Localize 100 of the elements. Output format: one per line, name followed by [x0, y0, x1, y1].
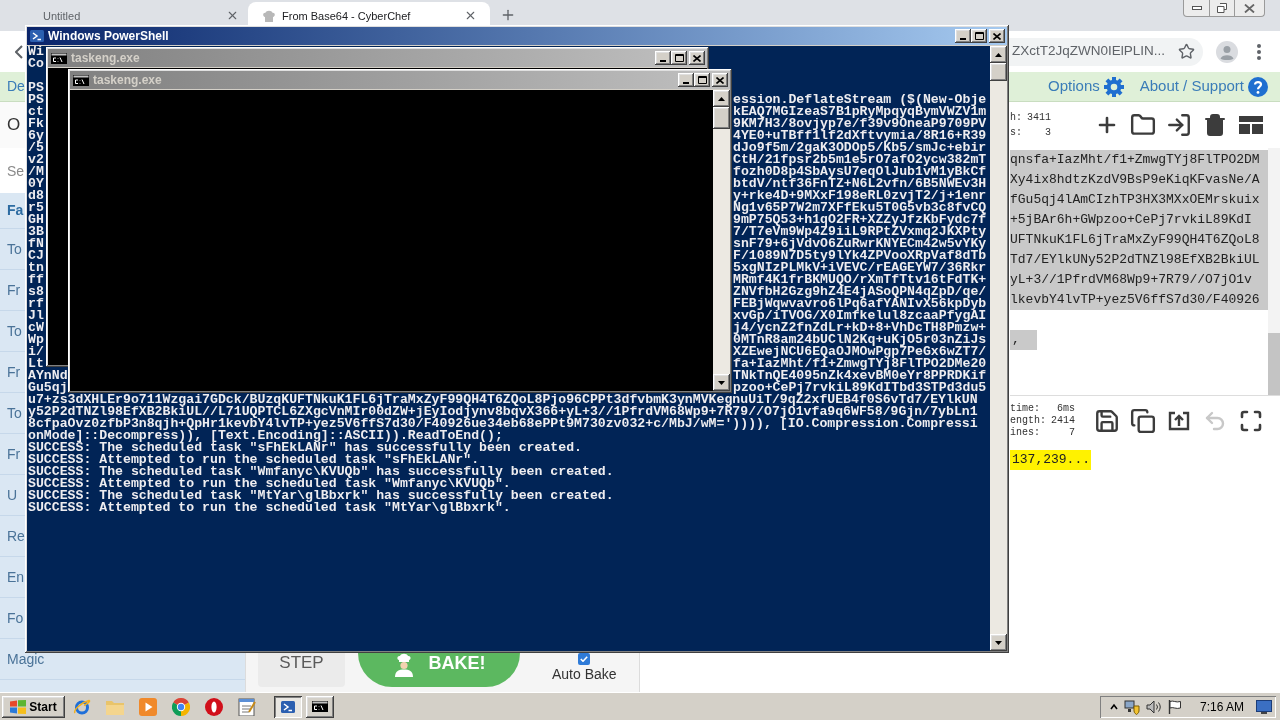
console-line: tn — [28, 262, 44, 274]
browser-tab[interactable]: From Base64 - CyberChef — [248, 2, 490, 25]
console-line: 9KM7H3/8ovjyp7e/f39v9OneaP9709PV — [733, 118, 987, 130]
restore-button[interactable] — [1210, 0, 1235, 17]
stat-label: s: — [1010, 126, 1022, 140]
minimize-button[interactable] — [1183, 0, 1210, 17]
browser-tab[interactable]: Untitled — [30, 2, 248, 25]
operation-item[interactable]: Fr — [7, 443, 21, 465]
console-line: fN — [28, 238, 44, 250]
console-line: Gu5qj — [28, 382, 68, 394]
maximize-button[interactable] — [694, 73, 710, 87]
scroll-down-button[interactable] — [990, 634, 1007, 651]
step-button[interactable]: STEP — [258, 653, 345, 687]
plus-icon — [500, 7, 516, 23]
console-line: PS — [28, 82, 44, 94]
speaker-icon[interactable] — [1146, 699, 1162, 714]
banner-link[interactable]: De — [0, 76, 25, 97]
bake-button[interactable]: BAKE! — [358, 653, 520, 687]
operation-item[interactable]: Fo — [7, 607, 24, 629]
scrollbar-thumb[interactable] — [713, 107, 730, 129]
close-icon — [716, 76, 724, 84]
more-menu-icon[interactable] — [1257, 43, 1261, 60]
start-button[interactable]: Start — [2, 695, 65, 718]
console-line: Co — [28, 58, 44, 70]
minimize-button[interactable] — [955, 29, 971, 43]
search-field[interactable]: Se — [0, 148, 25, 193]
taskbar-button[interactable] — [274, 695, 302, 718]
console-line: d8 — [28, 190, 44, 202]
about-support-link[interactable]: About / Support — [1139, 75, 1244, 98]
orbit-ring-icon[interactable] — [73, 697, 91, 716]
console-line: xvGp/iTVOG/X0Imfkelul8zcaaPfygAI — [733, 310, 987, 322]
media-player-icon[interactable] — [139, 697, 157, 716]
console-line: FEBjWqwvavro6lPq6afYANIvX56kpDyb — [733, 298, 987, 310]
stat-label: time: — [1010, 402, 1041, 415]
chef-icon — [392, 653, 415, 677]
maximize-button[interactable] — [971, 29, 987, 43]
operation-item[interactable]: Fr — [7, 279, 21, 301]
trash-icon — [1203, 113, 1227, 137]
clock[interactable]: 7:16 AM — [1200, 697, 1245, 716]
console-line: MRmf4K1frBKMUQO/rXmTfTtv16tFdTK+ — [733, 274, 987, 286]
scroll-down-button[interactable] — [713, 374, 730, 391]
operation-item[interactable]: To — [7, 402, 22, 424]
output-text: 137,239... — [1010, 450, 1091, 470]
operation-item[interactable]: To — [7, 238, 22, 260]
stat-value: 2414 — [1051, 414, 1076, 427]
console-line: ZNVfbH2Gzg9hZ4E4jASoQPN4qZpD/qe/ — [733, 286, 987, 298]
close-button[interactable] — [712, 73, 728, 87]
flag-icon[interactable] — [1168, 699, 1182, 714]
maximize-button[interactable] — [671, 51, 687, 65]
close-button[interactable] — [989, 29, 1005, 43]
save-icon — [1094, 407, 1120, 434]
console-line: y+rke4D+9MXxF198eRL0zvjT2/j+1enr — [733, 190, 987, 202]
bookmark-star-icon[interactable] — [1178, 43, 1195, 60]
operation-item[interactable]: Fr — [7, 361, 21, 383]
operations-heading: O — [7, 114, 21, 137]
auto-bake-checkbox[interactable] — [578, 653, 591, 665]
start-logo-icon — [10, 699, 27, 714]
console-line: v2 — [28, 154, 44, 166]
console-line: i/ — [28, 346, 44, 358]
scrollbar-thumb[interactable] — [1268, 333, 1280, 395]
chevron-up-icon[interactable] — [1110, 702, 1118, 711]
new-tab-button[interactable] — [500, 7, 516, 23]
console-line: Wp — [28, 334, 44, 346]
console-icon — [73, 74, 89, 86]
operation-item[interactable]: U — [7, 484, 18, 506]
options-link[interactable]: Options — [1048, 75, 1100, 98]
address-bar[interactable]: ZXctT2JqZWN0IElPLIN... — [1009, 37, 1203, 66]
back-icon[interactable] — [15, 44, 23, 59]
console-line: SUCCESS: Attempted to run the scheduled task "MtYar\glBbxrk". — [28, 502, 511, 514]
up-triangle-icon — [718, 96, 725, 101]
scrollbar-thumb[interactable] — [990, 63, 1007, 81]
minimize-button[interactable] — [678, 73, 694, 87]
help-icon[interactable] — [1248, 76, 1268, 97]
notepad-icon[interactable] — [238, 697, 256, 716]
scrollbar[interactable] — [1268, 148, 1280, 395]
desktop-icon[interactable] — [1256, 699, 1272, 714]
console-line: Ng1v65P7W2m7XFfEku5T0G5vb3c8fvCQ — [733, 202, 987, 214]
settings-icon[interactable] — [1103, 76, 1124, 97]
scrollbar[interactable] — [990, 46, 1007, 651]
operation-item[interactable]: Magic — [7, 648, 45, 670]
scroll-up-button[interactable] — [990, 46, 1007, 63]
minimize-button[interactable] — [655, 51, 671, 65]
scrollbar[interactable] — [713, 90, 730, 391]
taskbar-button[interactable] — [306, 695, 334, 718]
close-button[interactable] — [689, 51, 705, 65]
operation-item[interactable]: Re — [7, 525, 25, 547]
ring-icon[interactable] — [205, 697, 223, 716]
operation-item[interactable]: To — [7, 320, 22, 342]
color-wheel-icon[interactable] — [172, 697, 190, 716]
window-title: taskeng.exe — [71, 51, 140, 65]
operation-item[interactable]: En — [7, 566, 25, 588]
network-icon[interactable] — [1124, 698, 1140, 715]
favourites-category[interactable]: Fa — [7, 200, 24, 221]
auto-bake-label[interactable]: Auto Bake — [552, 666, 617, 682]
scroll-up-button[interactable] — [713, 90, 730, 107]
console-line: s8 — [28, 286, 44, 298]
console-line: kEAQ7MGIzeaS7B1pRyMpqyqBymVWZV1m — [733, 106, 987, 118]
console-line: PS — [28, 94, 44, 106]
avatar-icon[interactable] — [1216, 40, 1238, 63]
maximize-icon — [697, 76, 707, 84]
